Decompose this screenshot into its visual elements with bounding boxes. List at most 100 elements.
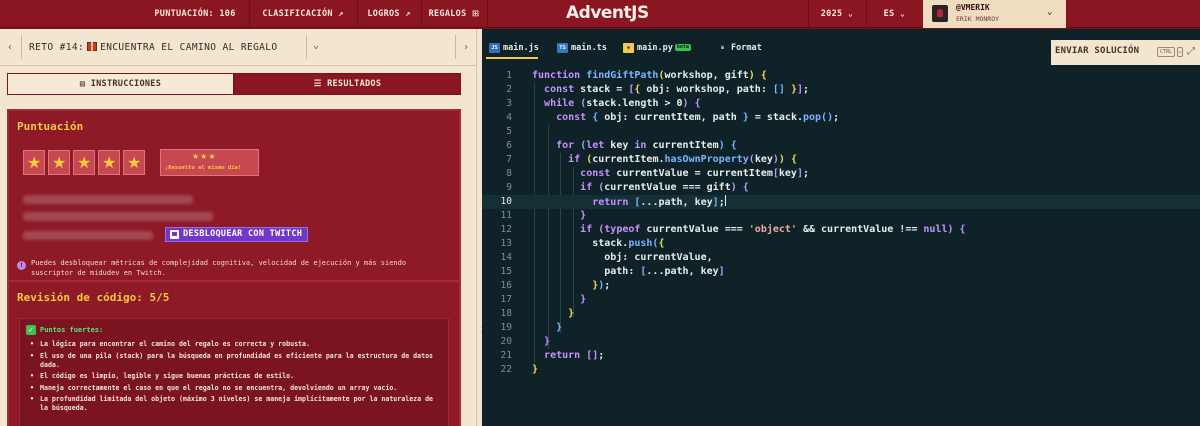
beta-badge: beta — [674, 44, 691, 51]
challenge-name: ENCUENTRA EL CAMINO AL REGALO — [100, 42, 278, 53]
locked-metric — [23, 195, 193, 204]
tab-main-ts[interactable]: TS main.ts — [554, 37, 610, 59]
chevron-down-icon: ⌄ — [899, 9, 906, 19]
list-check-icon: ☰ — [313, 79, 328, 89]
check-icon: ✓ — [26, 325, 36, 335]
code-line: 6 for (let key in currentItem) { — [506, 140, 737, 151]
code-line: 4 const { obj: currentItem, path } = sta… — [506, 112, 840, 123]
code-line: 22} — [500, 364, 539, 375]
divider — [306, 35, 307, 59]
strong-points-list: La lógica para encontrar el camino del r… — [30, 340, 440, 416]
challenge-header: ‹ RETO #14: ENCUENTRA EL CAMINO AL REGALO… — [0, 29, 476, 66]
year-value: 2025 — [820, 9, 843, 19]
rating-stars: ★ ★ ★ ★ ★ — [23, 150, 147, 177]
twitch-button-label: DESBLOQUEAR CON TWITCH — [183, 229, 303, 239]
locked-metric — [23, 231, 153, 240]
tab-main-py[interactable]: ◆ main.py beta — [620, 37, 700, 59]
locked-metric — [23, 212, 213, 221]
submit-solution-button[interactable]: ENVIAR SOLUCIÓN CTRL ↵ ⤢ — [1051, 40, 1200, 65]
challenge-number: RETO #14: — [29, 42, 85, 53]
achievements-link[interactable]: LOGROS ↗ — [357, 0, 421, 28]
code-line-active: 10 return [...path, key]; — [482, 195, 1200, 209]
format-icon: ≡ — [720, 45, 725, 51]
submit-label: ENVIAR SOLUCIÓN — [1055, 46, 1140, 56]
badge-label: ¡Resuelto el mismo día! — [165, 165, 242, 171]
list-item: Maneja correctamente el caso en que el r… — [30, 384, 440, 393]
star-icon: ★ — [98, 150, 120, 175]
nav-divider — [487, 0, 488, 28]
code-line: 20 } — [500, 336, 551, 347]
gift-icon: ⊞ — [471, 9, 480, 19]
next-challenge-icon[interactable]: › — [463, 42, 469, 53]
twitch-icon — [170, 230, 179, 239]
chevron-down-icon: ⌄ — [1047, 7, 1053, 17]
brand-logo[interactable]: AdventJS — [566, 3, 649, 23]
tab-label: main.js — [503, 43, 539, 53]
enter-key-icon: ↵ — [1177, 47, 1183, 57]
chevron-down-icon[interactable]: ⌄ — [313, 40, 319, 51]
list-item: El código es limpio, legible y sigue bue… — [30, 372, 440, 381]
strong-points-box: ✓ Puntos fuertes: La lógica para encontr… — [19, 318, 449, 426]
language-selector[interactable]: ES ⌄ — [866, 0, 923, 28]
code-line: 7 if (currentItem.hasOwnProperty(key)) { — [506, 154, 797, 165]
twitch-unlock-button[interactable]: DESBLOQUEAR CON TWITCH — [165, 227, 308, 242]
tab-results[interactable]: ☰ RESULTADOS — [234, 73, 461, 95]
code-line: 16 }); — [500, 280, 611, 291]
code-review-panel: Revisión de código: 5/5 ✓ Puntos fuertes… — [7, 280, 461, 426]
strong-points-label: Puntos fuertes: — [40, 326, 104, 334]
format-button[interactable]: ≡ Format — [714, 37, 774, 59]
divider — [455, 35, 456, 59]
challenge-title: RETO #14: ENCUENTRA EL CAMINO AL REGALO — [29, 42, 278, 53]
code-line: 5 — [506, 126, 512, 137]
code-line: 9 if (currentValue === gift) { — [506, 182, 749, 193]
star-icon: ★ — [23, 150, 45, 175]
gift-icon — [87, 42, 98, 51]
tab-instructions[interactable]: ▤ INSTRUCCIONES — [7, 73, 234, 95]
year-selector[interactable]: 2025 ⌄ — [808, 0, 866, 28]
code-line: 12 if (typeof currentValue === 'object' … — [500, 224, 966, 235]
language-value: ES — [883, 9, 895, 19]
code-line: 17 } — [500, 294, 587, 305]
code-line: 13 stack.push({ — [500, 238, 665, 249]
expand-icon[interactable]: ⤢ — [1187, 46, 1195, 57]
list-item: El uso de una pila (stack) para la búsqu… — [30, 352, 440, 370]
score-title: Puntuación — [17, 120, 84, 133]
user-menu[interactable]: @VMERIK ERIK MONROY ⌄ — [923, 0, 1066, 28]
code-area[interactable]: 1 function findGiftPath(workshop, gift) {… — [482, 69, 1200, 426]
ranking-link[interactable]: CLASIFICACIÓN ↗ — [249, 0, 357, 28]
format-label: Format — [731, 43, 762, 53]
gifts-link[interactable]: REGALOS ⊞ — [421, 0, 487, 28]
code-line: 18 } — [500, 308, 575, 319]
list-item: La profundidad limitada del objeto (máxi… — [30, 395, 440, 413]
gifts-label: REGALOS — [428, 9, 467, 19]
code-line: 2 const stack = [{ obj: workshop, path: … — [506, 84, 810, 95]
score-link[interactable]: PUNTUACIÓN: 106 — [141, 0, 249, 28]
tab-results-label: RESULTADOS — [327, 79, 382, 89]
code-line: 8 const currentValue = currentItem[key]; — [506, 168, 809, 179]
info-icon: ! — [17, 261, 26, 270]
code-line: 19 } — [500, 322, 563, 333]
previous-challenge-icon[interactable]: ‹ — [7, 42, 13, 53]
unlock-info-text: Puedes desbloquear métricas de complejid… — [31, 259, 407, 277]
badge-stars: ★★★ — [192, 152, 217, 161]
star-icon: ★ — [48, 150, 70, 175]
avatar — [932, 5, 948, 22]
list-item: La lógica para encontrar el camino del r… — [30, 340, 440, 349]
code-line: 21 return []; — [500, 350, 605, 361]
divider — [21, 35, 22, 59]
python-file-icon: ◆ — [623, 43, 634, 53]
code-editor: JS main.js TS main.ts ◆ main.py beta ≡ Fo… — [482, 29, 1200, 426]
tab-main-js[interactable]: JS main.js — [486, 37, 539, 59]
tab-label: main.py — [637, 43, 673, 53]
javascript-file-icon: JS — [489, 43, 500, 53]
same-day-badge: ★★★ ¡Resuelto el mismo día! — [160, 149, 259, 176]
user-fullname: ERIK MONROY — [956, 15, 1000, 23]
review-title: Revisión de código: 5/5 — [17, 291, 170, 304]
user-handle: @VMERIK — [956, 3, 990, 12]
top-nav: PUNTUACIÓN: 106 CLASIFICACIÓN ↗ LOGROS ↗… — [0, 0, 1200, 28]
tab-label: main.ts — [571, 43, 607, 53]
result-tabs: ▤ INSTRUCCIONES ☰ RESULTADOS — [7, 73, 461, 95]
star-icon: ★ — [73, 150, 95, 175]
code-line: 14 obj: currentValue, — [500, 252, 713, 263]
challenge-panel: ‹ RETO #14: ENCUENTRA EL CAMINO AL REGALO… — [0, 29, 476, 426]
